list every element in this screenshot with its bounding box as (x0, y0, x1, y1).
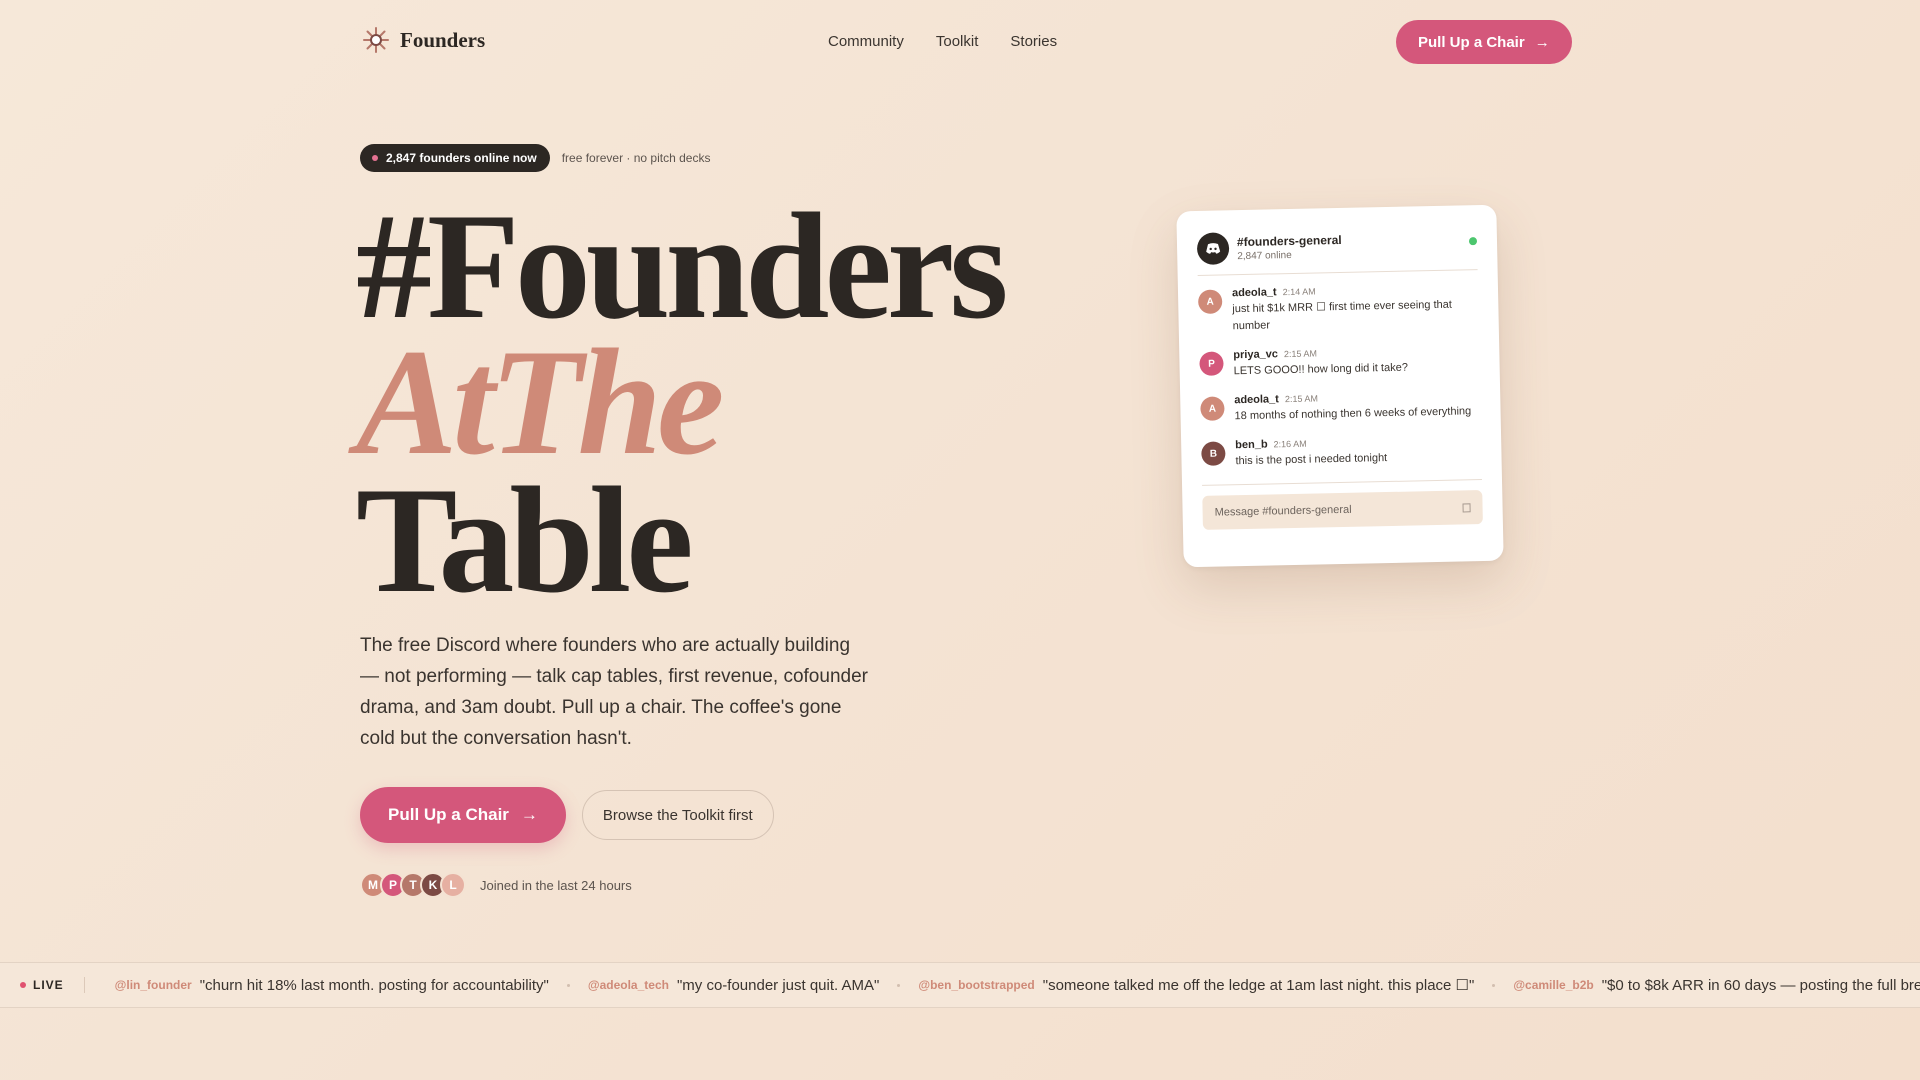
channel-header: #founders-general 2,847 online (1196, 227, 1478, 276)
nav-link-toolkit[interactable]: Toolkit (936, 33, 979, 50)
nav-cta-label: Pull Up a Chair (1418, 33, 1525, 51)
brand-logo[interactable]: Founders (362, 26, 485, 54)
message-time: 2:14 AM (1282, 286, 1316, 298)
message-input-placeholder: Message #founders-general (1214, 503, 1352, 519)
live-label-text: LIVE (33, 978, 64, 992)
nav-links: Community Toolkit Stories (828, 33, 1057, 50)
ticker-quote: "$0 to $8k ARR in 60 days — posting the … (1601, 976, 1920, 994)
primary-cta-label: Pull Up a Chair (388, 805, 509, 824)
message-user: adeola_t (1231, 286, 1277, 300)
online-badge-row: 2,847 founders online now free forever ·… (360, 144, 710, 172)
channel-name: #founders-general (1236, 232, 1342, 249)
headline-line-3: Table (356, 456, 694, 624)
live-dot-icon (372, 155, 378, 161)
attach-icon[interactable] (1462, 502, 1471, 512)
hero-cta-row: Pull Up a Chair → Browse the Toolkit fir… (360, 787, 774, 843)
avatar: A (1197, 289, 1223, 314)
avatar: A (1200, 396, 1225, 421)
separator-dot-icon (1492, 983, 1496, 987)
separator-dot-icon (897, 983, 901, 987)
browse-toolkit-button[interactable]: Browse the Toolkit first (581, 790, 774, 840)
message-time: 2:16 AM (1273, 438, 1307, 450)
channel-online-count: 2,847 online (1237, 249, 1292, 262)
online-count-text: 2,847 founders online now (386, 151, 537, 165)
ticker-quote: "my co-founder just quit. AMA" (676, 976, 880, 994)
joined-text: Joined in the last 24 hours (480, 877, 632, 893)
message-time: 2:15 AM (1284, 393, 1319, 405)
ticker-item: @lin_founder "churn hit 18% last month. … (115, 977, 549, 994)
composer: Message #founders-general (1202, 479, 1483, 530)
message-user: adeola_t (1234, 393, 1280, 407)
separator-dot-icon (566, 983, 570, 987)
ticker-user: @ben_bootstrapped (918, 978, 1035, 992)
avatar: B (1201, 441, 1226, 466)
ticker-quote: "someone talked me off the ledge at 1am … (1042, 977, 1475, 994)
ticker-items: @lin_founder "churn hit 18% last month. … (85, 976, 1920, 995)
discord-preview-card: #founders-general 2,847 online A adeola_… (1176, 204, 1504, 568)
nav-link-community[interactable]: Community (828, 33, 904, 50)
chat-message: P priya_vc 2:15 AM LETS GOOO!! how long d… (1199, 344, 1480, 381)
message-time: 2:15 AM (1283, 348, 1318, 360)
brand-name: Founders (400, 27, 486, 52)
ticker-item: @ben_bootstrapped "someone talked me off… (918, 976, 1474, 994)
nav-pull-up-chair-button[interactable]: Pull Up a Chair → (1396, 20, 1572, 64)
online-count-badge: 2,847 founders online now (360, 144, 550, 172)
message-text: LETS GOOO!! how long did it take? (1233, 361, 1409, 378)
nav-link-stories[interactable]: Stories (1010, 33, 1057, 50)
message-text: this is the post i needed tonight (1235, 452, 1388, 468)
ticker-user: @camille_b2b (1513, 978, 1594, 992)
message-text: just hit $1k MRR ☐ first time ever seein… (1232, 298, 1453, 333)
message-user: priya_vc (1233, 348, 1279, 362)
chat-message: B ben_b 2:16 AM this is the post i needed… (1201, 434, 1482, 471)
sunburst-logo-icon (363, 27, 389, 53)
hero-description: The free Discord where founders who are … (360, 635, 868, 749)
avatar-stack: M P T K L (360, 872, 466, 898)
discord-icon (1196, 232, 1230, 265)
badge-subtext: free forever · no pitch decks (561, 151, 711, 165)
live-ticker: LIVE @lin_founder "churn hit 18% last mo… (0, 962, 1920, 1008)
ticker-user: @adeola_tech (587, 978, 669, 992)
top-nav: Founders Community Toolkit Stories Pull … (0, 0, 1920, 84)
ticker-item: @adeola_tech "my co-founder just quit. A… (588, 977, 879, 994)
message-list: A adeola_t 2:14 AM just hit $1k MRR ☐ fir… (1197, 270, 1482, 471)
chat-message: A adeola_t 2:14 AM just hit $1k MRR ☐ fir… (1197, 282, 1479, 336)
live-label: LIVE (0, 977, 85, 993)
arrow-right-icon: → (1534, 33, 1550, 51)
message-text: 18 months of nothing then 6 weeks of eve… (1234, 405, 1472, 423)
live-dot-icon (20, 982, 26, 988)
message-input[interactable]: Message #founders-general (1202, 490, 1483, 530)
ticker-item: @camille_b2b "$0 to $8k ARR in 60 days —… (1513, 977, 1920, 994)
ticker-quote: "churn hit 18% last month. posting for a… (199, 976, 549, 994)
message-user: ben_b (1235, 438, 1268, 452)
recent-joins: M P T K L Joined in the last 24 hours (360, 872, 632, 898)
avatar: L (440, 872, 466, 898)
chat-message: A adeola_t 2:15 AM 18 months of nothing t… (1200, 389, 1481, 426)
online-status-icon (1468, 237, 1478, 246)
ticker-user: @lin_founder (114, 978, 192, 992)
avatar: P (1199, 351, 1224, 376)
arrow-right-icon: → (520, 805, 538, 824)
pull-up-chair-button[interactable]: Pull Up a Chair → (360, 787, 566, 843)
